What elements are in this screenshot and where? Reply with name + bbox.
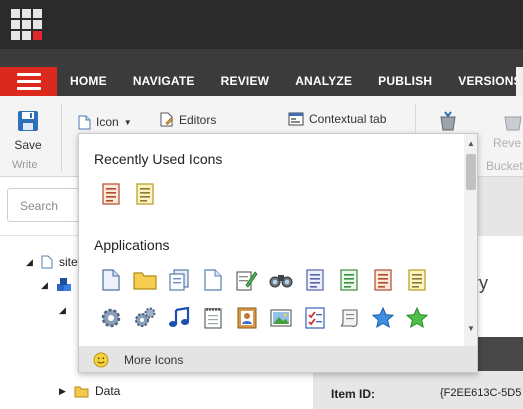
contextual-tab-button[interactable]: Contextual tab — [288, 112, 386, 126]
search-placeholder: Search — [20, 199, 59, 213]
floppy-disk-icon — [18, 111, 38, 131]
tree-item-child[interactable]: ◢ — [41, 278, 72, 292]
expanded-triangle-icon[interactable]: ◢ — [26, 257, 35, 268]
tab-review[interactable]: REVIEW — [208, 67, 283, 96]
document-pencil-icon[interactable] — [235, 268, 259, 292]
tree-item-site[interactable]: ◢ site — [26, 255, 78, 269]
editors-icon — [160, 112, 173, 127]
save-label: Save — [14, 138, 42, 152]
bucket-sync-icon[interactable] — [437, 110, 459, 132]
reverse-label: Reve — [493, 136, 522, 150]
tree-item-data[interactable]: ▶ Data — [59, 384, 120, 398]
binoculars-icon[interactable] — [269, 268, 293, 292]
item-id-label: Item ID: — [331, 387, 376, 401]
tab-analyze[interactable]: ANALYZE — [282, 67, 365, 96]
top-bar — [0, 0, 523, 49]
page-icon — [41, 255, 53, 269]
gear-icon[interactable] — [99, 306, 123, 330]
ribbon-divider — [61, 104, 62, 172]
document-yellow-lines-icon[interactable] — [133, 182, 157, 206]
tab-home[interactable]: HOME — [57, 67, 120, 96]
document-red-lines-icon[interactable] — [371, 268, 395, 292]
collapsed-triangle-icon[interactable]: ▶ — [59, 386, 68, 397]
document-blue-lines-icon[interactable] — [303, 268, 327, 292]
scroll-up-icon[interactable]: ▲ — [467, 139, 475, 148]
tab-versions[interactable]: VERSIONS — [445, 67, 523, 96]
expanded-triangle-icon[interactable]: ◢ — [41, 280, 50, 291]
application-icons-grid — [99, 268, 429, 330]
editors-button[interactable]: Editors — [160, 112, 216, 127]
bucket-group-label: Bucket — [486, 159, 523, 173]
picture-icon[interactable] — [269, 306, 293, 330]
tree-item-label: site — [59, 255, 78, 269]
tab-active-stub[interactable] — [516, 67, 523, 96]
chevron-down-icon: ▼ — [123, 117, 132, 127]
document-red-lines-icon[interactable] — [99, 182, 123, 206]
ribbon-tabs: HOME NAVIGATE REVIEW ANALYZE PUBLISH VER… — [57, 67, 523, 96]
tab-publish[interactable]: PUBLISH — [365, 67, 445, 96]
expanded-triangle-icon[interactable]: ◢ — [59, 305, 68, 316]
cubes-icon — [57, 278, 71, 291]
hamburger-icon[interactable] — [0, 67, 57, 96]
blue-star-icon[interactable] — [371, 306, 395, 330]
applications-heading: Applications — [94, 237, 170, 253]
page-icon — [78, 115, 91, 129]
editors-label: Editors — [179, 112, 217, 127]
document-yellow-lines-icon[interactable] — [405, 268, 429, 292]
document-green-lines-icon[interactable] — [337, 268, 361, 292]
scroll-down-icon[interactable]: ▼ — [467, 324, 475, 333]
blank-page-icon[interactable] — [201, 268, 225, 292]
icon-button[interactable]: Icon ▼ — [78, 112, 140, 132]
tree-item-label: Data — [95, 384, 121, 398]
folder-icon[interactable] — [133, 268, 157, 292]
contextual-tab-icon — [288, 112, 304, 126]
icon-picker-dropdown: Recently Used Icons Applications ▲ ▼ Mor… — [78, 133, 478, 373]
reverse-bucket-icon[interactable] — [502, 110, 523, 132]
more-icons-label: More Icons — [124, 352, 184, 367]
checklist-icon[interactable] — [303, 306, 327, 330]
recent-icons-grid — [99, 182, 157, 206]
notepad-icon[interactable] — [201, 306, 225, 330]
contact-card-icon[interactable] — [235, 306, 259, 330]
recent-icons-heading: Recently Used Icons — [94, 151, 223, 167]
write-group-label: Write — [12, 159, 38, 171]
save-button[interactable]: Save — [6, 110, 50, 152]
gears-icon[interactable] — [133, 306, 157, 330]
ribbon-tab-bar: HOME NAVIGATE REVIEW ANALYZE PUBLISH VER… — [0, 49, 523, 96]
contextual-tab-label: Contextual tab — [309, 112, 387, 126]
tree-item-grandchild[interactable]: ◢ — [59, 305, 68, 316]
dropdown-scrollbar[interactable]: ▲ ▼ — [464, 134, 477, 346]
icon-button-label: Icon — [96, 115, 119, 129]
launchpad-icon[interactable] — [11, 9, 42, 40]
documents-icon[interactable] — [167, 268, 191, 292]
smiley-icon — [93, 352, 109, 367]
scrollbar-thumb[interactable] — [466, 154, 476, 190]
green-star-icon[interactable] — [405, 306, 429, 330]
folder-icon — [74, 386, 89, 397]
tab-navigate[interactable]: NAVIGATE — [120, 67, 208, 96]
more-icons-button[interactable]: More Icons — [79, 346, 477, 372]
item-id-value: {F2EE613C-5D5 — [440, 387, 522, 399]
document-icon[interactable] — [99, 268, 123, 292]
music-note-icon[interactable] — [167, 306, 191, 330]
scroll-icon[interactable] — [337, 306, 361, 330]
